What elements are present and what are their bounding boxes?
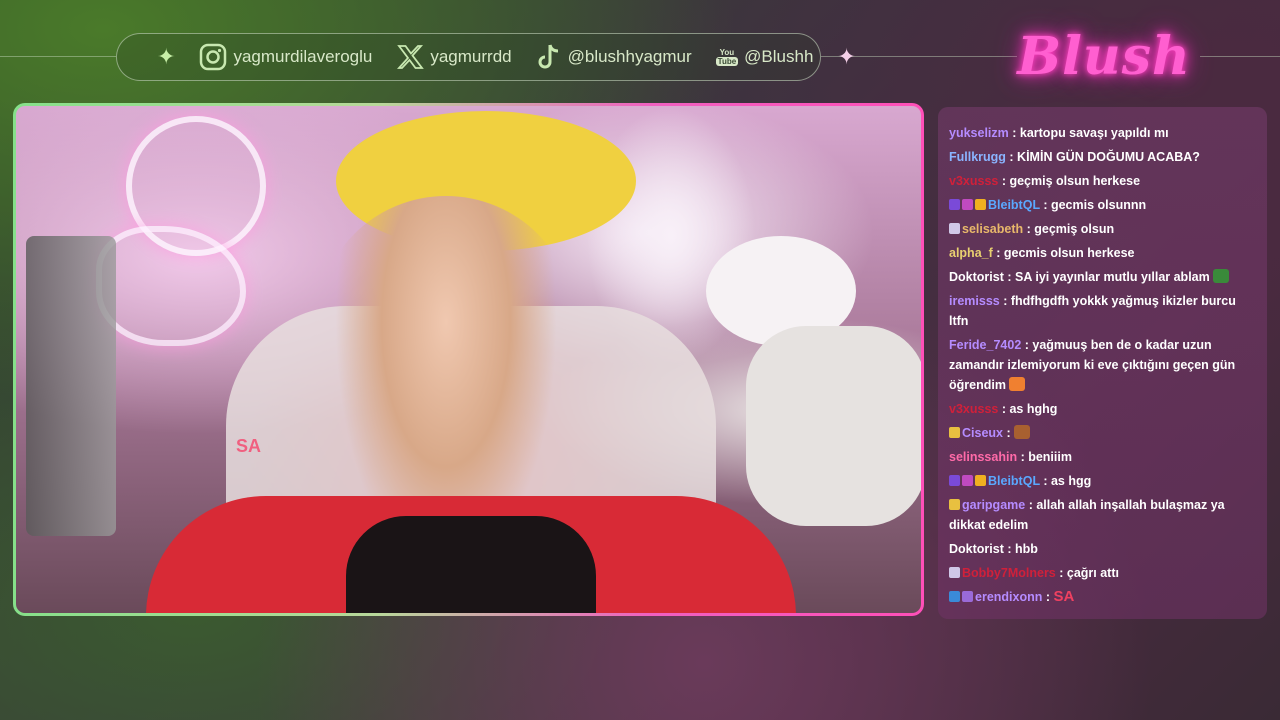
chat-text: : as hghg	[998, 402, 1058, 416]
chat-badge-icon	[949, 499, 960, 510]
chat-username[interactable]: garipgame	[962, 498, 1025, 512]
chat-badge-icon	[962, 475, 973, 486]
chat-message: v3xusss : as hghg	[949, 399, 1257, 419]
chat-badge-icon	[949, 199, 960, 210]
chat-text: : geçmiş olsun herkese	[998, 174, 1141, 188]
chat-username[interactable]: BleibtQL	[988, 198, 1040, 212]
chat-message: selisabeth : geçmiş olsun	[949, 219, 1257, 239]
chat-text: : hbb	[1003, 542, 1038, 556]
chat-message: v3xusss : geçmiş olsun herkese	[949, 171, 1257, 191]
chat-username[interactable]: yukselizm	[949, 126, 1009, 140]
far-right-divider-line	[1200, 56, 1280, 57]
chat-message: iremisss : fhdfhgdfh yokkk yağmuş ikizle…	[949, 291, 1257, 331]
chat-text: : SA iyi yayınlar mutlu yıllar ablam	[1003, 270, 1214, 284]
chat-text: : çağrı attı	[1055, 566, 1119, 580]
chat-message: Feride_7402 : yağmuuş ben de o kadar uzu…	[949, 335, 1257, 395]
chat-message: Doktorist : hbb	[949, 539, 1257, 559]
chat-badge-icon	[975, 199, 986, 210]
chat-text: : kartopu savaşı yapıldı mı	[1008, 126, 1169, 140]
chat-text: :	[1042, 590, 1054, 604]
chat-badge-icon	[949, 591, 960, 602]
chat-text: : as hgg	[1039, 474, 1092, 488]
chat-badge-icon	[949, 223, 960, 234]
chat-username[interactable]: iremisss	[949, 294, 1000, 308]
chat-text: : gecmis olsun herkese	[992, 246, 1135, 260]
chat-badge-icon	[949, 475, 960, 486]
chat-message: yukselizm : kartopu savaşı yapıldı mı	[949, 123, 1257, 143]
chat-badge-icon	[962, 199, 973, 210]
chat-message: Doktorist : SA iyi yayınlar mutlu yıllar…	[949, 267, 1257, 287]
chat-text: : KİMİN GÜN DOĞUMU ACABA?	[1005, 150, 1200, 164]
webcam-frame: SA	[13, 103, 924, 616]
instagram-icon	[200, 43, 227, 71]
chat-username[interactable]: alpha_f	[949, 246, 993, 260]
social-links-bar: ✦ yagmurdilaveroglu yagmurrdd @blushhyag…	[116, 33, 856, 81]
social-instagram: yagmurdilaveroglu	[199, 43, 372, 71]
social-x: yagmurrdd	[396, 43, 512, 71]
chat-username[interactable]: erendixonn	[975, 590, 1042, 604]
chat-username[interactable]: Ciseux	[962, 426, 1003, 440]
chat-username[interactable]: v3xusss	[949, 402, 998, 416]
chat-message: Fullkrugg : KİMİN GÜN DOĞUMU ACABA?	[949, 147, 1257, 167]
chat-username[interactable]: Doktorist	[949, 542, 1004, 556]
chat-message: Bobby7Molners : çağrı attı	[949, 563, 1257, 583]
youtube-handle: @Blushh	[744, 47, 814, 66]
chat-username[interactable]: selisabeth	[962, 222, 1023, 236]
chat-message: Ciseux :	[949, 423, 1257, 443]
chat-username[interactable]: selinssahin	[949, 450, 1017, 464]
sa-emote: SA	[1053, 588, 1075, 605]
chat-badge-icon	[962, 591, 973, 602]
chat-message: selinssahin : beniiim	[949, 447, 1257, 467]
chat-emote-icon	[1213, 269, 1230, 283]
chat-text: : geçmiş olsun	[1023, 222, 1115, 236]
black-shirt	[346, 516, 596, 613]
chat-panel: yukselizm : kartopu savaşı yapıldı mı Fu…	[938, 107, 1267, 619]
chat-username[interactable]: BleibtQL	[988, 474, 1040, 488]
cat-bed	[746, 326, 921, 526]
webcam-video: SA	[16, 106, 921, 613]
chat-message-list: yukselizm : kartopu savaşı yapıldı mı Fu…	[949, 123, 1257, 611]
blush-logo: Blush	[1017, 25, 1191, 87]
chat-text: : gecmis olsunnn	[1039, 198, 1147, 212]
instagram-handle: yagmurdilaveroglu	[233, 47, 373, 66]
chat-username[interactable]: v3xusss	[949, 174, 998, 188]
chat-username[interactable]: Fullkrugg	[949, 150, 1006, 164]
tiktok-handle: @blushhyagmur	[567, 47, 692, 66]
sparkle-icon: ✦	[837, 44, 856, 69]
chat-message: alpha_f : gecmis olsun herkese	[949, 243, 1257, 263]
chat-text: : beniiim	[1017, 450, 1072, 464]
sa-overlay-tag: SA	[236, 436, 262, 456]
chat-emote-icon	[1009, 377, 1026, 391]
chat-message: BleibtQL : gecmis olsunnn	[949, 195, 1257, 215]
chat-badge-icon	[975, 475, 986, 486]
social-tiktok: @blushhyagmur	[536, 43, 692, 71]
x-icon	[397, 45, 425, 69]
tiktok-icon	[538, 44, 558, 69]
social-youtube: You Tube @Blushh	[715, 47, 814, 67]
chat-badge-icon	[949, 567, 960, 578]
chat-message: garipgame : allah allah inşallah bulaşma…	[949, 495, 1257, 535]
chat-username[interactable]: Feride_7402	[949, 338, 1021, 352]
chat-badge-icon	[949, 427, 960, 438]
chat-emote-icon	[1014, 425, 1031, 439]
chat-text: :	[1003, 426, 1015, 440]
chat-message: erendixonn : SA	[949, 587, 1257, 607]
sparkle-icon: ✦	[157, 44, 176, 69]
microphone-arm	[26, 236, 116, 536]
youtube-icon: You Tube	[715, 48, 739, 66]
left-divider-line	[0, 56, 116, 57]
chat-username[interactable]: Bobby7Molners	[962, 566, 1056, 580]
x-handle: yagmurrdd	[430, 47, 512, 66]
chat-username[interactable]: Doktorist	[949, 270, 1004, 284]
chat-message: BleibtQL : as hgg	[949, 471, 1257, 491]
